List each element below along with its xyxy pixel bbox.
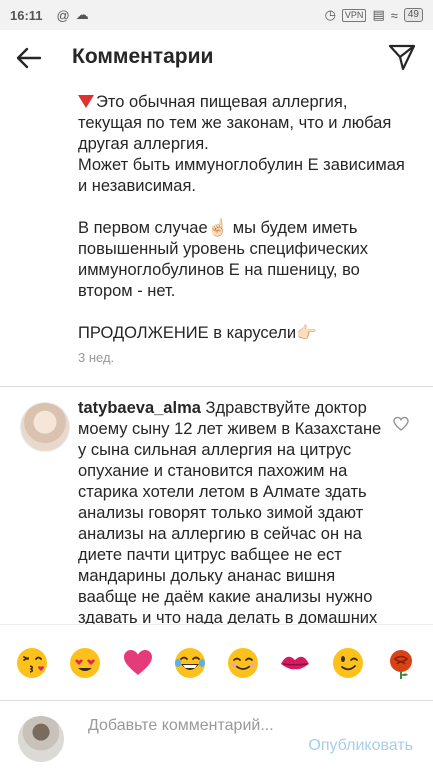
page-title: Комментарии [72,45,214,68]
heart-eyes-emoji-icon[interactable] [68,646,102,680]
comment-text: Здравствуйте доктор моему сыну 12 лет жи… [78,399,382,624]
comment-body: tatybaeva_alma Здравствуйте доктор моему… [78,398,383,624]
rose-emoji-icon[interactable] [384,646,418,680]
vpn-badge: VPN [341,8,367,22]
caption-paragraph-1: Это обычная пищевая аллергия, текущая по… [78,93,405,195]
divider [0,386,433,387]
status-time: 16:11 [10,7,43,23]
caption-paragraph-3: ПРОДОЛЖЕНИЕ в карусели👉🏻 [78,324,317,342]
at-sign-icon: @ [56,7,70,23]
wifi-icon: ≈ [390,7,398,23]
comment-input-bar: Добавьте комментарий... Опубликовать [0,700,433,770]
publish-button[interactable]: Опубликовать [308,737,413,755]
back-arrow-icon[interactable] [12,42,44,74]
user-avatar [18,716,64,762]
signal-icon: ▤ [372,7,385,22]
app-header: Комментарии [0,30,433,86]
kissing-face-emoji-icon[interactable] [15,646,49,680]
post-caption: Это обычная пищевая аллергия, текущая по… [78,92,408,365]
heart-like-icon[interactable] [393,416,409,432]
smiling-face-emoji-icon[interactable] [226,646,260,680]
tears-of-joy-emoji-icon[interactable] [173,646,207,680]
cloud-icon: ☁ [75,7,89,22]
kiss-mark-emoji-icon[interactable] [278,646,312,680]
direct-send-icon[interactable] [387,42,417,72]
red-heart-emoji-icon[interactable] [121,646,155,680]
red-triangle-icon [78,95,94,108]
winking-face-emoji-icon[interactable] [331,646,365,680]
emoji-quick-bar [0,624,433,700]
commenter-avatar[interactable] [20,402,70,452]
battery-level: 49 [403,8,423,22]
comment-input[interactable]: Добавьте комментарий... [88,715,288,736]
caption-timestamp: 3 нед. [78,350,115,365]
status-bar: 16:11 @ ☁ ◷ VPN ▤ ≈ 49 [0,0,433,30]
comment-username[interactable]: tatybaeva_alma [78,399,201,417]
alarm-icon: ◷ [324,7,336,22]
caption-paragraph-2: В первом случае☝🏻 мы будем иметь повышен… [78,219,369,300]
comment-item: tatybaeva_alma Здравствуйте доктор моему… [0,396,433,624]
